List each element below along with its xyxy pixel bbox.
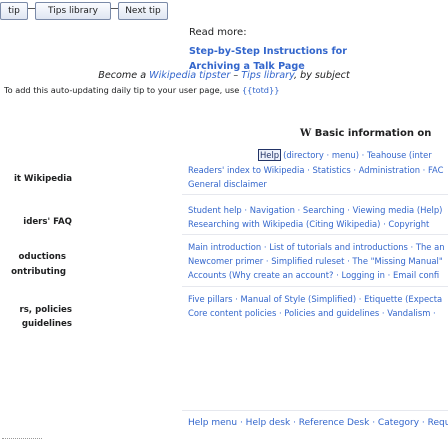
basic-info-heading: W Basic information on xyxy=(300,128,431,139)
nav-separator xyxy=(28,8,35,9)
row-divider xyxy=(182,286,448,287)
tips-library-link[interactable]: Tips library xyxy=(241,70,294,81)
row-line-link[interactable]: Student help · Navigation · Searching · … xyxy=(188,205,442,215)
wikipedia-tipster-link[interactable]: Wikipedia tipster xyxy=(149,70,230,81)
read-more-label: Read more: xyxy=(189,27,247,38)
row-divider xyxy=(182,410,448,411)
tips-library-button[interactable]: Tips library xyxy=(35,2,111,20)
tipster-subtitle: Become a Wikipedia tipster – Tips librar… xyxy=(0,70,448,81)
row-line[interactable]: Researching with Wikipedia (Citing Wikip… xyxy=(188,217,448,231)
basic-info-title: Basic information on xyxy=(314,128,432,139)
totd-template-link[interactable]: {{totd}} xyxy=(242,85,279,95)
row-label-policies[interactable]: rs, policies xyxy=(0,304,72,317)
row-label-introductions[interactable]: oductions xyxy=(0,251,66,264)
row-line[interactable]: Accounts (Why create an account? · Loggi… xyxy=(188,268,448,282)
row-divider xyxy=(182,234,448,235)
row-line[interactable]: Five pillars · Manual of Style (Simplifi… xyxy=(188,292,448,306)
help-directory-links[interactable]: (directory · menu) · Teahouse (inter xyxy=(283,150,432,160)
totd-text: To add this auto-updating daily tip to y… xyxy=(4,85,242,95)
previous-tip-button[interactable]: tip xyxy=(0,2,28,20)
row-line-link[interactable]: Readers' index to Wikipedia · Statistics… xyxy=(188,165,443,175)
row-line[interactable]: Student help · Navigation · Searching · … xyxy=(188,203,448,217)
row-content-readers-faq: Student help · Navigation · Searching · … xyxy=(188,203,448,231)
row-line-link[interactable]: Newcomer primer · Simplified ruleset · T… xyxy=(188,256,443,266)
subtitle-text: – xyxy=(230,70,242,81)
row-line-link[interactable]: Core content policies · Policies and gui… xyxy=(188,308,436,318)
help-logo-icon[interactable]: Help xyxy=(258,149,282,161)
row-label-readers-faq[interactable]: iders' FAQ xyxy=(0,216,72,229)
row-line[interactable]: General disclaimer xyxy=(188,177,448,191)
row-divider xyxy=(182,194,448,195)
row-line[interactable]: Readers' index to Wikipedia · Statistics… xyxy=(188,163,448,177)
subtitle-text: , by subject xyxy=(294,70,350,81)
help-row: Help (directory · menu) · Teahouse (inter xyxy=(258,149,432,161)
row-line[interactable]: Core content policies · Policies and gui… xyxy=(188,306,448,320)
row-line[interactable]: Newcomer primer · Simplified ruleset · T… xyxy=(188,254,448,268)
row-line-link[interactable]: Five pillars · Manual of Style (Simplifi… xyxy=(188,294,442,304)
row-line[interactable]: Main introduction · List of tutorials an… xyxy=(188,240,448,254)
row-line-link[interactable]: Researching with Wikipedia (Citing Wikip… xyxy=(188,219,429,229)
row-line-link[interactable]: General disclaimer xyxy=(188,179,267,189)
row-line-link[interactable]: Main introduction · List of tutorials an… xyxy=(188,242,445,252)
subtitle-text: Become a xyxy=(98,70,150,81)
row-label-about-wikipedia[interactable]: it Wikipedia xyxy=(0,173,72,186)
row-line-link[interactable]: Accounts (Why create an account? · Loggi… xyxy=(188,270,439,280)
nav-separator xyxy=(111,8,118,9)
row-content-about-wikipedia: Readers' index to Wikipedia · Statistics… xyxy=(188,163,448,191)
row-content-policies: Five pillars · Manual of Style (Simplifi… xyxy=(188,292,448,320)
row-label-contributing[interactable]: ontributing xyxy=(0,266,66,279)
help-menu-links[interactable]: Help menu · Help desk · Reference Desk ·… xyxy=(188,418,448,428)
next-tip-button[interactable]: Next tip xyxy=(118,2,168,20)
totd-instruction: To add this auto-updating daily tip to y… xyxy=(4,85,279,95)
help-menu-row: Help menu · Help desk · Reference Desk ·… xyxy=(188,418,448,428)
row-content-introductions: Main introduction · List of tutorials an… xyxy=(188,240,448,282)
row-label-guidelines[interactable]: guidelines xyxy=(0,318,72,331)
left-column-fragment xyxy=(2,438,42,445)
wikipedia-logo-icon: W xyxy=(300,128,312,139)
